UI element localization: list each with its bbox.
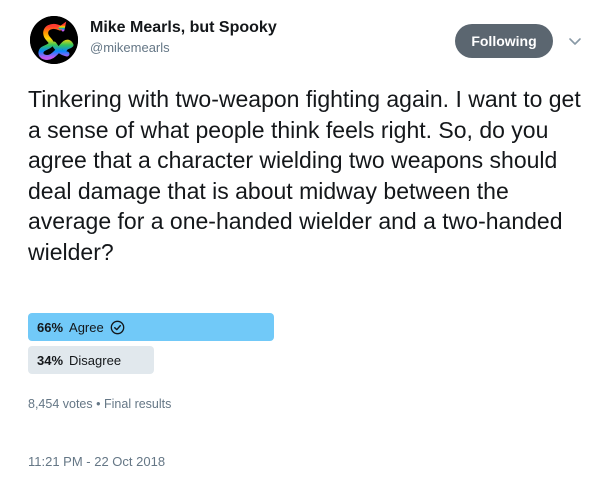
poll-option-label: Agree — [69, 319, 104, 335]
avatar[interactable] — [30, 16, 78, 64]
check-circle-icon — [110, 320, 125, 334]
following-button[interactable]: Following — [455, 24, 553, 58]
poll-meta: 8,454 votes • Final results — [28, 397, 171, 411]
poll-option-label-group: 66% Agree — [37, 313, 125, 341]
poll-option-percent: 66% — [37, 319, 64, 335]
chevron-down-icon[interactable] — [567, 33, 583, 49]
poll-vote-count: 8,454 votes — [28, 397, 93, 411]
tweet-card: Mike Mearls, but Spooky @mikemearls Foll… — [0, 0, 614, 482]
author-handle[interactable]: @mikemearls — [90, 40, 170, 55]
poll-option-percent: 34% — [37, 352, 64, 368]
poll: 66% Agree 34% Disagree — [28, 313, 400, 379]
tweet-timestamp[interactable]: 11:21 PM - 22 Oct 2018 — [28, 454, 165, 469]
poll-separator: • — [96, 397, 101, 411]
poll-option: 66% Agree — [28, 313, 400, 341]
author-display-name[interactable]: Mike Mearls, but Spooky — [90, 19, 277, 37]
rainbow-ampersand-logo — [30, 16, 78, 64]
poll-option: 34% Disagree — [28, 346, 400, 374]
poll-option-label: Disagree — [69, 352, 122, 368]
poll-option-label-group: 34% Disagree — [37, 346, 121, 374]
tweet-text: Tinkering with two-weapon fighting again… — [28, 86, 581, 265]
poll-status: Final results — [104, 397, 172, 411]
